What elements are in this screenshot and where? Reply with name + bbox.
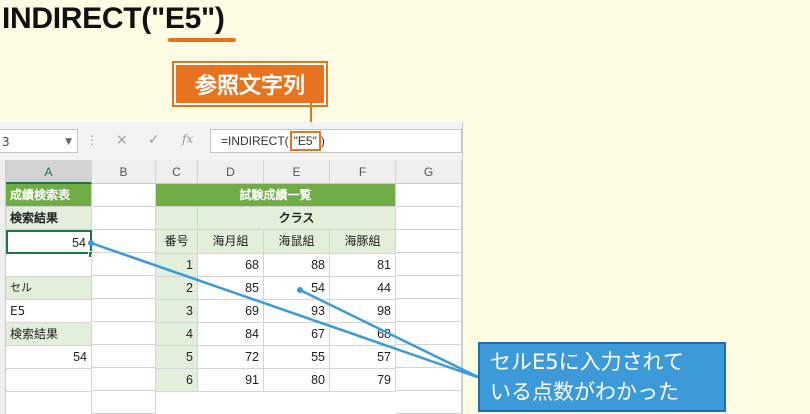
drag-handle-icon[interactable]: ⋮ (86, 133, 98, 147)
score-cell-f[interactable]: 81 (330, 254, 396, 277)
score-cell-f[interactable]: 98 (330, 300, 396, 323)
score-cell-e[interactable]: 88 (264, 254, 330, 277)
spreadsheet-window: 3 ▼ ⋮ × ✓ fx =INDIRECT("E5") A B C D E F… (0, 122, 463, 414)
column-b-cells[interactable] (92, 184, 156, 414)
cell-d3[interactable]: 海月組 (198, 230, 264, 254)
score-cell-e[interactable]: 67 (264, 323, 330, 346)
column-header-f[interactable]: F (330, 160, 396, 184)
callout-line-1: セルE5に入力されて (490, 350, 684, 374)
cell-c2[interactable] (156, 207, 198, 230)
score-cell-no[interactable]: 1 (156, 254, 198, 277)
chevron-down-icon[interactable]: ▼ (65, 130, 72, 154)
enter-icon[interactable]: ✓ (148, 132, 160, 148)
score-cell-no[interactable]: 2 (156, 277, 198, 300)
reference-string-label: 参照文字列 (172, 61, 328, 107)
callout-line-2: いる点数がわかった (490, 380, 679, 404)
column-g-cells[interactable] (396, 184, 462, 414)
cancel-icon[interactable]: × (116, 132, 128, 148)
cell-a4[interactable] (6, 254, 92, 277)
column-header-d[interactable]: D (198, 160, 264, 184)
insert-function-icon[interactable]: fx (182, 132, 193, 146)
score-cell-f[interactable]: 44 (330, 277, 396, 300)
cell-d2-class-header[interactable]: クラス (198, 207, 396, 230)
cell-a2[interactable]: 検索結果 (6, 207, 92, 230)
score-cell-e[interactable]: 54 (264, 277, 330, 300)
score-cell-f[interactable]: 68 (330, 323, 396, 346)
formula-title: INDIRECT("E5") (2, 2, 225, 35)
score-cell-d[interactable]: 91 (198, 369, 264, 392)
column-header-e[interactable]: E (264, 160, 330, 184)
argument-underline (168, 38, 236, 42)
score-cell-e[interactable]: 80 (264, 369, 330, 392)
column-header-g[interactable]: G (396, 160, 462, 184)
cell-a6[interactable]: E5 (6, 300, 92, 323)
cell-a9[interactable] (6, 369, 92, 392)
formula-argument-highlight: "E5" (289, 131, 321, 151)
cell-a7[interactable]: 検索結果 (6, 323, 92, 346)
score-cell-no[interactable]: 5 (156, 346, 198, 369)
column-header-c[interactable]: C (156, 160, 198, 184)
cell-a8[interactable]: 54 (6, 346, 92, 369)
score-cell-no[interactable]: 4 (156, 323, 198, 346)
score-cell-f[interactable]: 79 (330, 369, 396, 392)
name-box[interactable]: 3 ▼ (0, 129, 78, 153)
score-cell-d[interactable]: 69 (198, 300, 264, 323)
formula-input[interactable]: =INDIRECT("E5") (210, 129, 462, 153)
score-cell-e[interactable]: 55 (264, 346, 330, 369)
cell-a3-selected[interactable]: 54 (6, 230, 92, 254)
formula-prefix: =INDIRECT( (221, 134, 289, 148)
score-cell-d[interactable]: 85 (198, 277, 264, 300)
cell-a1[interactable]: 成績検索表 (6, 184, 92, 207)
cell-c1-title[interactable]: 試験成績一覧 (156, 184, 396, 207)
cell-f3[interactable]: 海豚組 (330, 230, 396, 254)
cell-c3-number-header[interactable]: 番号 (156, 230, 198, 254)
cell-e3[interactable]: 海鼠組 (264, 230, 330, 254)
score-cell-d[interactable]: 68 (198, 254, 264, 277)
cell-a5[interactable]: セル (6, 277, 92, 300)
explanation-callout: セルE5に入力されて いる点数がわかった (478, 342, 726, 412)
cell-a10[interactable] (6, 392, 92, 414)
formula-bar: 3 ▼ ⋮ × ✓ fx =INDIRECT("E5") (0, 122, 462, 161)
column-header-b[interactable]: B (92, 160, 156, 184)
formula-suffix: ) (320, 134, 325, 148)
score-cell-f[interactable]: 57 (330, 346, 396, 369)
column-header-a[interactable]: A (6, 160, 92, 184)
score-cell-e[interactable]: 93 (264, 300, 330, 323)
name-box-value: 3 (2, 135, 10, 149)
score-cell-d[interactable]: 84 (198, 323, 264, 346)
score-cell-no[interactable]: 3 (156, 300, 198, 323)
score-cell-d[interactable]: 72 (198, 346, 264, 369)
score-cell-no[interactable]: 6 (156, 369, 198, 392)
